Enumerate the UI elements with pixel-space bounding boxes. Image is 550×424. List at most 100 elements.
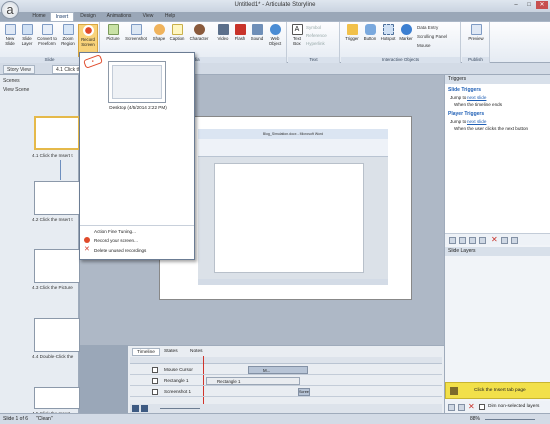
hotspot-button[interactable]: Hotspot <box>379 24 397 41</box>
timeline-bar[interactable]: Rectangle 1 <box>206 377 300 385</box>
hyperlink-button[interactable]: Hyperlink <box>306 41 325 46</box>
new-layer-icon[interactable] <box>448 404 455 411</box>
button-icon <box>364 24 376 35</box>
layer-icon <box>21 24 33 35</box>
copy-trigger-icon[interactable] <box>469 237 476 244</box>
play-icon[interactable] <box>132 405 139 412</box>
mouse-button[interactable]: Mouse <box>417 43 431 48</box>
lock-checkbox[interactable] <box>152 367 158 373</box>
new-slide-icon <box>4 24 16 35</box>
timeline-bar[interactable]: Screensh <box>298 388 310 396</box>
scrolling-panel-button[interactable]: Scrolling Panel <box>417 34 447 39</box>
symbol-button[interactable]: Symbol <box>306 25 321 30</box>
new-trigger-icon[interactable] <box>449 237 456 244</box>
zoom-icon <box>62 24 74 35</box>
recording-label: Desktop (4/5/2014 2:22 PM) <box>109 105 167 110</box>
web-object-button[interactable]: Web Object <box>266 24 284 46</box>
stop-icon[interactable] <box>141 405 148 412</box>
row-name: Screenshot 1 <box>164 389 192 394</box>
text-box-icon: A <box>291 24 303 35</box>
row-name: Rectangle 1 <box>164 378 189 383</box>
reference-button[interactable]: Reference <box>306 33 327 38</box>
slide-thumbnail[interactable] <box>34 318 80 352</box>
recording-thumbnail[interactable] <box>108 61 166 103</box>
tab-view[interactable]: View <box>138 12 158 21</box>
flash-button[interactable]: Flash <box>232 24 248 41</box>
document-titlebar: Blog_Simulation.docx - Microsoft Word <box>198 129 388 139</box>
view-scene-link[interactable]: View Scene <box>3 87 29 93</box>
minimize-button[interactable]: – <box>510 1 522 9</box>
record-icon <box>84 237 90 243</box>
tab-home[interactable]: Home <box>28 12 50 21</box>
marker-button[interactable]: Marker <box>398 24 414 41</box>
close-button[interactable]: ✕ <box>536 1 548 9</box>
paste-trigger-icon[interactable] <box>479 237 486 244</box>
lock-checkbox[interactable] <box>152 389 158 395</box>
lightning-icon <box>346 24 358 35</box>
maximize-button[interactable]: □ <box>523 1 535 9</box>
theme-name: "Clean" <box>36 416 53 422</box>
data-entry-button[interactable]: Data Entry <box>417 25 438 30</box>
timeline-tab[interactable]: Timeline <box>132 348 160 356</box>
zoom-slider[interactable] <box>485 419 535 420</box>
character-button[interactable]: Character <box>188 24 210 41</box>
slide-thumbnail[interactable] <box>34 181 80 215</box>
story-view-tab[interactable]: Story View <box>3 65 35 74</box>
delete-layer-icon[interactable]: ✕ <box>468 402 475 411</box>
timeline-row[interactable]: Screenshot 1 Screensh <box>130 387 442 397</box>
video-button[interactable]: Video <box>215 24 231 41</box>
new-slide-button[interactable]: New Slide <box>2 24 18 46</box>
timeline-bar[interactable]: M... <box>248 366 308 374</box>
convert-freeform-button[interactable]: Convert to Freeform <box>36 24 58 46</box>
edit-trigger-icon[interactable] <box>459 237 466 244</box>
preview-button[interactable]: Preview <box>466 24 486 41</box>
slide-thumbnail[interactable] <box>34 249 80 283</box>
picture-button[interactable]: Picture <box>104 24 122 41</box>
action-fine-tuning-item[interactable]: Action Fine Tuning... <box>94 229 136 234</box>
timeline-row[interactable]: Rectangle 1 Rectangle 1 <box>130 376 442 386</box>
base-layer-row[interactable]: Click the Insert tab page <box>445 382 550 399</box>
trigger-label: Trigger <box>345 36 359 41</box>
notes-tab[interactable]: Notes <box>186 348 207 356</box>
tab-animations[interactable]: Animations <box>102 12 136 21</box>
text-box-label: Text Box <box>293 36 301 46</box>
zoom-slider[interactable] <box>160 408 200 409</box>
record-your-screen-item[interactable]: Record your screen... <box>94 238 138 243</box>
zoom-region-button[interactable]: Zoom Region <box>60 24 76 46</box>
triggers-toolbar: ✕ <box>445 233 550 245</box>
duplicate-layer-icon[interactable] <box>458 404 465 411</box>
slide-count: Slide 1 of 6 <box>3 416 29 422</box>
button-button[interactable]: Button <box>362 24 378 41</box>
timeline-row[interactable]: Mouse Cursor M... <box>130 365 442 375</box>
states-tab[interactable]: States <box>160 348 182 356</box>
app-menu-button[interactable]: a <box>1 1 19 19</box>
timeline-ruler[interactable] <box>130 357 442 364</box>
delete-unused-item[interactable]: Delete unused recordings <box>94 248 146 253</box>
tab-help[interactable]: Help <box>160 12 180 21</box>
player-trigger-link[interactable]: next slide <box>467 119 486 124</box>
trigger-button[interactable]: Trigger <box>343 24 361 41</box>
tab-design[interactable]: Design <box>76 12 100 21</box>
tab-insert[interactable]: Insert <box>50 12 74 21</box>
delete-trigger-icon[interactable]: ✕ <box>491 235 498 244</box>
picture-label: Picture <box>106 36 120 41</box>
slide-layer-button[interactable]: Slide Layer <box>19 24 35 46</box>
slide-label: 4.3 Click the Picture <box>32 285 73 290</box>
slide-trigger-link[interactable]: next slide <box>467 95 486 100</box>
dim-layers-checkbox[interactable] <box>479 404 485 410</box>
slide-canvas[interactable]: Blog_Simulation.docx - Microsoft Word <box>159 116 412 300</box>
text-box-button[interactable]: A Text Box <box>290 24 304 46</box>
caption-button[interactable]: Caption <box>168 24 186 41</box>
move-up-icon[interactable] <box>501 237 508 244</box>
move-down-icon[interactable] <box>511 237 518 244</box>
shape-button[interactable]: Shape <box>151 24 167 41</box>
lock-checkbox[interactable] <box>152 378 158 384</box>
screenshot-button[interactable]: Screenshot <box>123 24 149 41</box>
slide-layers-panel: Slide Layers Click the Insert tab page ✕… <box>444 245 550 413</box>
player-triggers-title: Player Triggers <box>448 111 485 117</box>
row-name: Mouse Cursor <box>164 367 193 372</box>
sound-button[interactable]: Sound <box>249 24 265 41</box>
slide-thumbnail[interactable] <box>34 116 80 150</box>
slide-thumbnail[interactable] <box>34 387 80 409</box>
document-ribbon <box>198 139 388 157</box>
